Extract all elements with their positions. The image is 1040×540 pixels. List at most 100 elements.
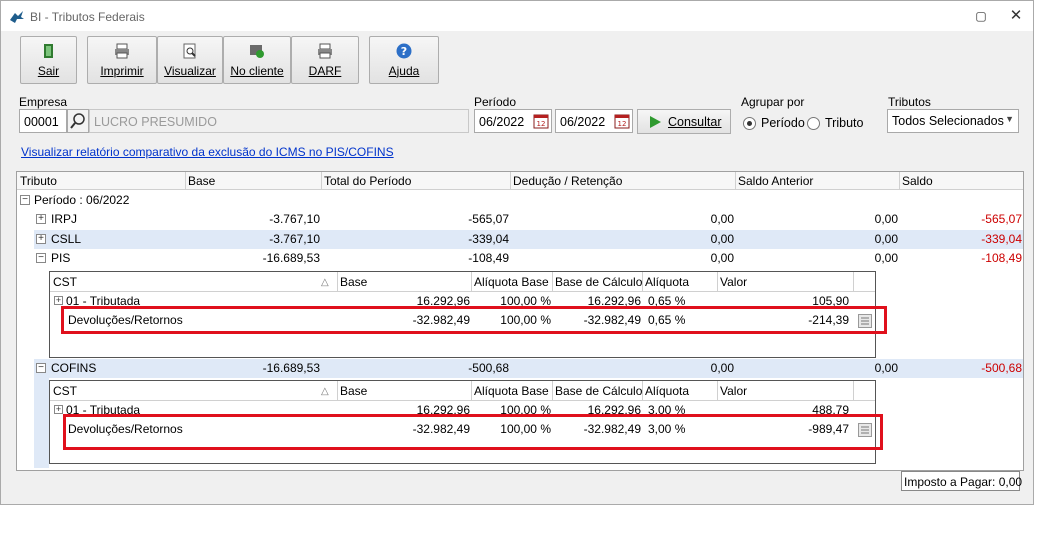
search-icon[interactable] xyxy=(67,109,89,133)
sub-col-base[interactable]: Base xyxy=(340,384,367,398)
chevron-down-icon: ▼ xyxy=(1005,114,1014,124)
col-deducao[interactable]: Dedução / Retenção xyxy=(513,174,622,188)
darf-label: DARF xyxy=(308,64,342,78)
col-tributo[interactable]: Tributo xyxy=(20,174,57,188)
svg-text:12: 12 xyxy=(537,120,546,128)
ajuda-label: Ajuda xyxy=(388,64,420,78)
empresa-name-input: LUCRO PRESUMIDO xyxy=(89,109,469,133)
radio-periodo-label: Período xyxy=(761,116,805,130)
sub-col-aliq-base[interactable]: Alíquota Base xyxy=(474,275,549,289)
ajuda-button[interactable]: ? Ajuda xyxy=(369,36,439,84)
agrupar-label: Agrupar por xyxy=(741,95,805,109)
expand-icon[interactable]: + xyxy=(54,405,63,414)
sub-col-base-calculo[interactable]: Base de Cálculo xyxy=(555,384,642,398)
svg-text:?: ? xyxy=(401,45,407,58)
sub-col-aliquota[interactable]: Alíquota xyxy=(645,275,689,289)
sub-col-valor[interactable]: Valor xyxy=(720,275,747,289)
sub-col-base[interactable]: Base xyxy=(340,275,367,289)
sort-asc-icon: △ xyxy=(321,386,329,397)
imprimir-button[interactable]: Imprimir xyxy=(87,36,157,84)
no-cliente-button[interactable]: No cliente xyxy=(223,36,291,84)
saldo-cell: -565,07 xyxy=(981,212,1022,226)
radio-periodo[interactable]: Período xyxy=(743,116,805,130)
exit-door-icon xyxy=(43,44,53,58)
total-cell: -500,68 xyxy=(468,361,509,375)
sub-col-cst[interactable]: CST xyxy=(53,275,77,289)
radio-dot-selected xyxy=(743,116,756,130)
tributo-cell: CSLL xyxy=(51,232,82,246)
collapse-icon[interactable]: − xyxy=(36,253,46,263)
table-row[interactable]: + CSLL -3.767,10 -339,04 0,00 0,00 -339,… xyxy=(34,230,1023,249)
highlight-box-cofins xyxy=(63,414,883,450)
deducao-cell: 0,00 xyxy=(710,361,734,375)
sair-label: Sair xyxy=(37,64,60,78)
tributos-select[interactable]: Todos Selecionados ▼ xyxy=(887,109,1019,133)
radio-tributo[interactable]: Tributo xyxy=(807,116,863,130)
preview-icon xyxy=(183,43,196,59)
group-label: Período : 06/2022 xyxy=(34,193,130,207)
radio-tributo-label: Tributo xyxy=(825,116,864,130)
app-logo-icon xyxy=(10,11,24,23)
main-window: BI - Tributos Federais ▢ ✕ Sair Imprimir… xyxy=(0,0,1034,505)
imprimir-label: Imprimir xyxy=(100,64,144,78)
periodo-label: Período xyxy=(474,95,517,109)
tributo-cell: COFINS xyxy=(51,361,97,375)
consultar-button[interactable]: Consultar xyxy=(637,109,731,134)
table-row[interactable]: + IRPJ -3.767,10 -565,07 0,00 0,00 -565,… xyxy=(17,210,1023,229)
group-row[interactable]: − Período : 06/2022 xyxy=(17,191,1023,210)
visualizar-button[interactable]: Visualizar xyxy=(157,36,223,84)
col-saldo[interactable]: Saldo xyxy=(902,174,933,188)
deducao-cell: 0,00 xyxy=(710,232,734,246)
expand-icon[interactable]: + xyxy=(36,234,46,244)
sair-button[interactable]: Sair xyxy=(20,36,77,84)
empresa-label: Empresa xyxy=(19,95,68,109)
saldo-cell: -500,68 xyxy=(981,361,1022,375)
comparativo-icms-link[interactable]: Visualizar relatório comparativo da excl… xyxy=(21,145,394,159)
play-icon xyxy=(650,115,661,128)
table-row[interactable]: − COFINS -16.689,53 -500,68 0,00 0,00 -5… xyxy=(34,359,1023,378)
title-bar: BI - Tributos Federais ▢ ✕ xyxy=(1,1,1033,31)
tributo-cell: PIS xyxy=(51,251,71,265)
table-row[interactable]: − PIS -16.689,53 -108,49 0,00 0,00 -108,… xyxy=(17,249,1023,268)
total-cell: -565,07 xyxy=(468,212,509,226)
printer-icon xyxy=(318,43,332,59)
collapse-icon[interactable]: − xyxy=(36,363,46,373)
darf-button[interactable]: DARF xyxy=(291,36,359,84)
sub-col-valor[interactable]: Valor xyxy=(720,384,747,398)
calendar-icon[interactable]: 12 xyxy=(533,113,549,129)
collapse-icon[interactable]: − xyxy=(20,195,30,205)
tributo-cell: IRPJ xyxy=(51,212,78,226)
anterior-cell: 0,00 xyxy=(874,212,898,226)
saldo-cell: -108,49 xyxy=(981,251,1022,265)
expand-icon[interactable]: + xyxy=(36,214,46,224)
calendar-icon[interactable]: 12 xyxy=(614,113,630,129)
grid-header: Tributo Base Total do Período Dedução / … xyxy=(17,172,1023,190)
imposto-a-pagar: Imposto a Pagar: 0,00 xyxy=(901,471,1022,491)
window-title: BI - Tributos Federais xyxy=(30,10,145,24)
col-saldo-anterior[interactable]: Saldo Anterior xyxy=(738,174,813,188)
empresa-code-input[interactable]: 00001 xyxy=(19,109,67,133)
sub-col-base-calculo[interactable]: Base de Cálculo xyxy=(555,275,642,289)
base-cell: -3.767,10 xyxy=(269,232,320,246)
col-base[interactable]: Base xyxy=(188,174,215,188)
total-cell: -108,49 xyxy=(468,251,509,265)
expand-icon[interactable]: + xyxy=(54,296,63,305)
tributos-value: Todos Selecionados xyxy=(892,114,1004,128)
sub-col-aliq-base[interactable]: Alíquota Base xyxy=(474,384,549,398)
highlight-box-pis xyxy=(61,306,887,334)
subgrid-header: CST △ Base Alíquota Base Base de Cálculo… xyxy=(50,381,875,401)
base-cell: -16.689,53 xyxy=(262,251,320,265)
deducao-cell: 0,00 xyxy=(710,212,734,226)
radio-dot xyxy=(807,116,820,130)
sort-asc-icon: △ xyxy=(321,277,329,288)
col-total-periodo[interactable]: Total do Período xyxy=(324,174,411,188)
total-cell: -339,04 xyxy=(468,232,509,246)
anterior-cell: 0,00 xyxy=(874,361,898,375)
help-icon: ? xyxy=(396,43,412,59)
restore-icon[interactable]: ▢ xyxy=(973,9,989,23)
sub-col-cst[interactable]: CST xyxy=(53,384,77,398)
visualizar-label: Visualizar xyxy=(164,64,216,78)
sub-col-aliquota[interactable]: Alíquota xyxy=(645,384,689,398)
deducao-cell: 0,00 xyxy=(710,251,734,265)
close-icon[interactable]: ✕ xyxy=(1008,8,1024,23)
